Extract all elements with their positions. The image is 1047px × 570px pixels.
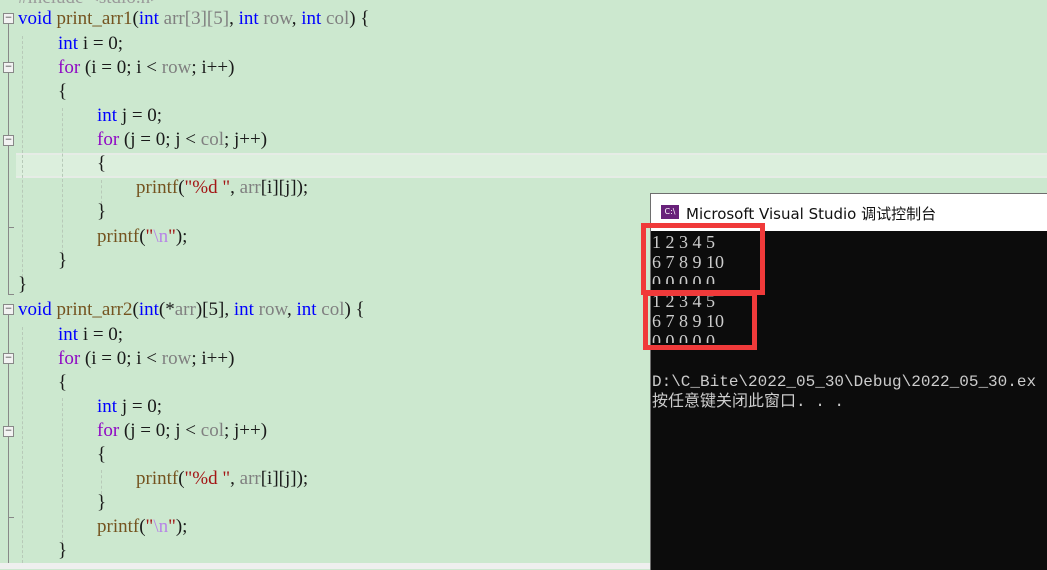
editor-bottom-strip [0,563,651,569]
indent-guide [62,108,63,258]
code-line: } [18,274,28,295]
console-exit-path: D:\C_Bite\2022_05_30\Debug\2022_05_30.ex [652,373,1037,391]
fold-toggle-icon[interactable]: − [3,426,14,437]
code-line: } [97,492,107,513]
code-line: { [58,372,68,393]
code-line: for (j = 0; j < col; j++) [97,420,268,441]
code-line: int i = 0; [58,324,124,345]
fold-toggle-icon[interactable]: − [3,62,14,73]
code-line-func1-signature: void print_arr1(int arr[3][5], int row, … [18,8,370,29]
code-line: { [97,153,107,174]
code-line: printf("\n"); [97,516,188,537]
code-line: printf("%d ", arr[i][j]); [136,468,309,489]
code-line: } [58,250,68,271]
fold-guide-end [8,294,14,295]
fold-toggle-icon[interactable]: − [3,13,14,24]
code-line: for (i = 0; i < row; i++) [58,348,235,369]
code-line: printf("\n"); [97,226,188,247]
code-line: printf("%d ", arr[i][j]); [136,177,309,198]
fold-guide-end [8,517,14,518]
code-line-func2-signature: void print_arr2(int(*arr)[5], int row, i… [18,299,365,320]
indent-guide [22,36,23,282]
console-app-icon: C:\ [661,205,679,219]
console-title: Microsoft Visual Studio 调试控制台 [686,205,937,223]
code-line: { [97,444,107,465]
fold-guide-end [8,227,14,228]
code-line: } [58,540,68,561]
current-line-highlight [16,153,1047,178]
code-line: int i = 0; [58,33,124,54]
code-line: for (i = 0; i < row; i++) [58,57,235,78]
fold-toggle-icon[interactable]: − [3,304,14,315]
code-line: int j = 0; [97,396,163,417]
fold-toggle-icon[interactable]: − [3,353,14,364]
fold-toggle-icon[interactable]: − [3,135,14,146]
highlight-box-output-1 [641,223,765,295]
code-line: for (j = 0; j < col; j++) [97,129,268,150]
code-line: } [97,201,107,222]
indent-guide [62,398,63,548]
code-line: int j = 0; [97,105,163,126]
indent-guide [22,327,23,563]
highlight-box-output-2 [643,291,757,350]
code-line: { [58,81,68,102]
console-press-key-message: 按任意键关闭此窗口. . . [652,393,845,411]
